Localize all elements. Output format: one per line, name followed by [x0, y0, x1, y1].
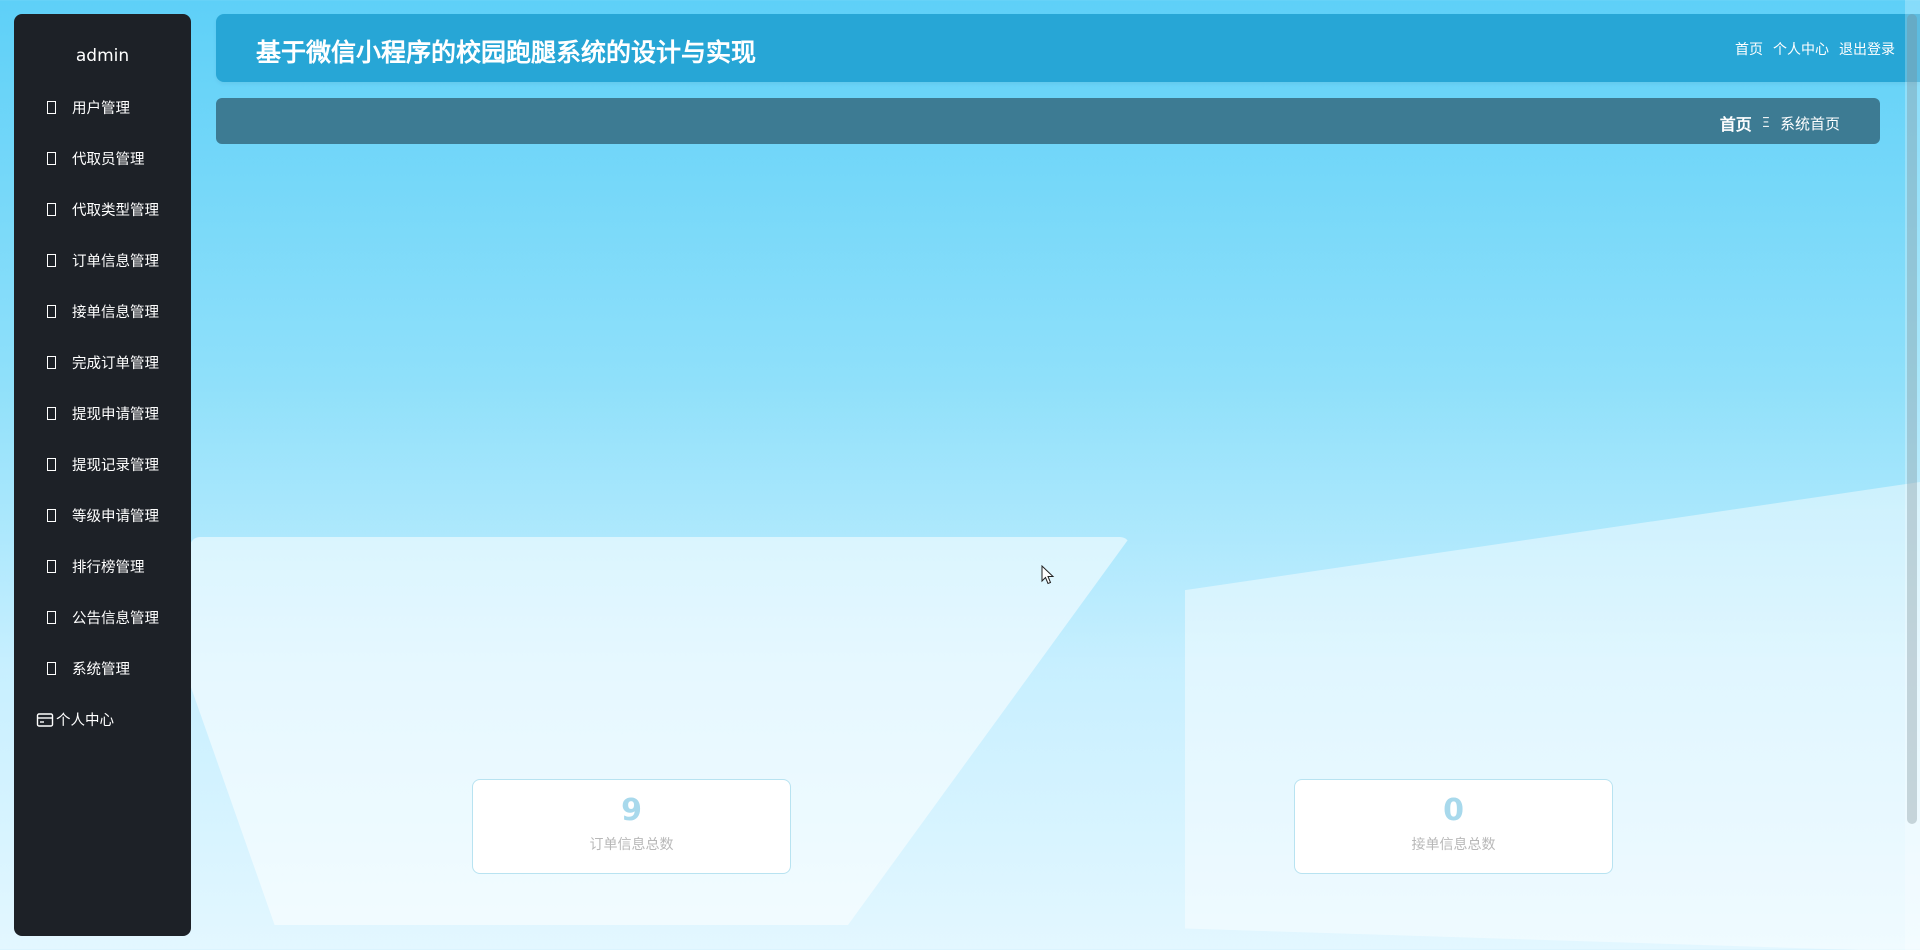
sidebar-item-label: 用户管理 — [72, 101, 130, 117]
sidebar-item-users[interactable]: 用户管理 — [14, 82, 191, 133]
sidebar-item-personal-center[interactable]: 个人中心 — [14, 694, 191, 745]
sidebar-username: admin — [75, 46, 130, 66]
sidebar-menu: 用户管理 代取员管理 代取类型管理 订单信息管理 接单信息管理 完成订单管理 提… — [14, 82, 191, 745]
id-card-icon — [36, 712, 54, 728]
menu-placeholder-icon — [47, 509, 56, 522]
sidebar-item-label: 完成订单管理 — [72, 356, 159, 372]
sidebar-item-system[interactable]: 系统管理 — [14, 643, 191, 694]
mouse-cursor-icon — [1041, 564, 1055, 589]
header-profile-link[interactable]: 个人中心 — [1773, 39, 1829, 59]
page-scrollbar[interactable] — [1905, 0, 1920, 950]
header-nav: 首页 个人中心 退出登录 — [1735, 39, 1895, 59]
sidebar-item-label: 提现申请管理 — [72, 407, 159, 423]
menu-placeholder-icon — [47, 254, 56, 267]
breadcrumb-bar: 首页 Ξ 系统首页 — [216, 98, 1880, 144]
menu-placeholder-icon — [47, 458, 56, 471]
sidebar-item-label: 公告信息管理 — [72, 611, 159, 627]
app-title: 基于微信小程序的校园跑腿系统的设计与实现 — [256, 38, 757, 67]
sidebar-item-orders[interactable]: 订单信息管理 — [14, 235, 191, 286]
menu-placeholder-icon — [47, 305, 56, 318]
breadcrumb-separator-icon: Ξ — [1761, 115, 1770, 131]
sidebar-item-label: 个人中心 — [56, 713, 114, 729]
sidebar-item-level-requests[interactable]: 等级申请管理 — [14, 490, 191, 541]
menu-placeholder-icon — [47, 407, 56, 420]
sidebar-item-completed-orders[interactable]: 完成订单管理 — [14, 337, 191, 388]
top-header: 基于微信小程序的校园跑腿系统的设计与实现 首页 个人中心 退出登录 — [216, 14, 1920, 82]
stat-label: 订单信息总数 — [589, 837, 674, 853]
sidebar-item-label: 接单信息管理 — [72, 305, 159, 321]
scrollbar-thumb[interactable] — [1907, 14, 1917, 824]
stat-card-orders: 9 订单信息总数 — [472, 779, 791, 874]
sidebar-item-pickup-types[interactable]: 代取类型管理 — [14, 184, 191, 235]
sidebar-item-withdraw-requests[interactable]: 提现申请管理 — [14, 388, 191, 439]
sidebar-item-label: 排行榜管理 — [72, 560, 145, 576]
sidebar: admin 用户管理 代取员管理 代取类型管理 订单信息管理 接单信息管理 完成… — [14, 14, 191, 936]
menu-placeholder-icon — [47, 560, 56, 573]
sidebar-item-announcements[interactable]: 公告信息管理 — [14, 592, 191, 643]
menu-placeholder-icon — [47, 101, 56, 114]
sidebar-item-accepted-orders[interactable]: 接单信息管理 — [14, 286, 191, 337]
background-shape-right — [1185, 482, 1920, 950]
sidebar-item-label: 提现记录管理 — [72, 458, 159, 474]
stat-card-accepted: 0 接单信息总数 — [1294, 779, 1613, 874]
sidebar-item-withdraw-records[interactable]: 提现记录管理 — [14, 439, 191, 490]
sidebar-item-label: 代取类型管理 — [72, 203, 159, 219]
sidebar-item-label: 系统管理 — [72, 662, 130, 678]
sidebar-item-label: 订单信息管理 — [72, 254, 159, 270]
sidebar-item-leaderboard[interactable]: 排行榜管理 — [14, 541, 191, 592]
menu-placeholder-icon — [47, 662, 56, 675]
stat-value: 9 — [621, 793, 642, 828]
sidebar-item-label: 代取员管理 — [72, 152, 145, 168]
menu-placeholder-icon — [47, 203, 56, 216]
header-home-link[interactable]: 首页 — [1735, 39, 1763, 59]
breadcrumb-home[interactable]: 首页 — [1720, 111, 1752, 135]
breadcrumb-current: 系统首页 — [1779, 114, 1840, 133]
menu-placeholder-icon — [47, 611, 56, 624]
header-logout-link[interactable]: 退出登录 — [1839, 39, 1895, 59]
sidebar-item-label: 等级申请管理 — [72, 509, 159, 525]
menu-placeholder-icon — [47, 356, 56, 369]
sidebar-item-couriers[interactable]: 代取员管理 — [14, 133, 191, 184]
stat-value: 0 — [1443, 793, 1464, 828]
menu-placeholder-icon — [47, 152, 56, 165]
stat-label: 接单信息总数 — [1411, 837, 1496, 853]
breadcrumb: 首页 Ξ 系统首页 — [1720, 111, 1840, 135]
